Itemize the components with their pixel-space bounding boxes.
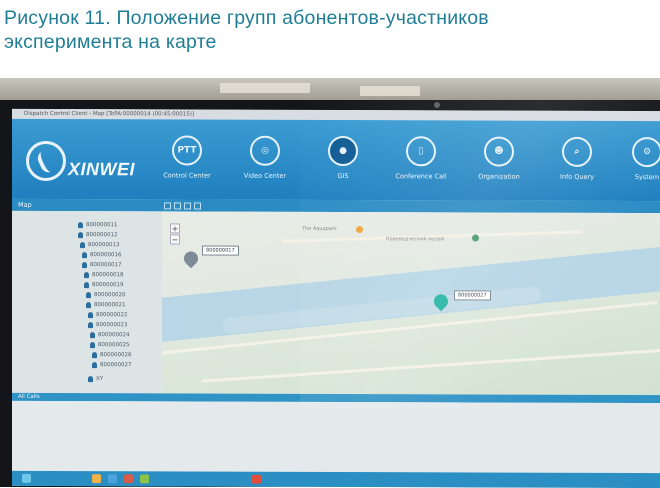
- gear-icon: ⚙: [632, 137, 660, 168]
- start-icon[interactable]: [22, 473, 31, 483]
- tree-item[interactable]: 800000016: [82, 251, 122, 260]
- subscriber-marker-label[interactable]: 800000027: [454, 290, 491, 301]
- app-header: XINWEI PTT Control Center ◎ Video Center…: [12, 118, 660, 202]
- tree-item[interactable]: 800000023: [88, 321, 128, 330]
- user-icon: [92, 361, 97, 368]
- nav-info-query[interactable]: ⌕ Info Query: [542, 136, 612, 197]
- tree-item[interactable]: 800000018: [84, 271, 124, 280]
- user-icon: [86, 291, 91, 298]
- poi-label: Краеведческий музей: [386, 236, 444, 243]
- user-icon: [90, 331, 95, 338]
- left-panel-title: Map: [18, 200, 32, 209]
- user-icon: [88, 321, 93, 328]
- video-signal-icon: ◎: [250, 135, 280, 166]
- app-logo: XINWEI: [68, 159, 136, 180]
- layer-tool-icon[interactable]: [164, 202, 171, 210]
- nav-organization[interactable]: ☻ Organization: [464, 136, 534, 196]
- figure-caption: Рисунок 11. Положение групп абонентов-уч…: [4, 6, 654, 54]
- user-icon: [90, 341, 95, 348]
- poi-icon[interactable]: [472, 234, 479, 242]
- caption-line-1: Рисунок 11. Положение групп абонентов-уч…: [4, 7, 489, 29]
- nav-conference-call[interactable]: ▯ Conference Call: [386, 136, 456, 196]
- tree-item[interactable]: 800000024: [90, 331, 130, 340]
- tree-item[interactable]: 800000025: [90, 341, 130, 350]
- nav-label: Control Center: [163, 171, 211, 180]
- user-icon: [86, 301, 91, 308]
- nav-label: Info Query: [559, 172, 595, 181]
- subscriber-tree: 800000011 800000012 800000013 800000016 …: [12, 210, 162, 394]
- nav-control-center[interactable]: PTT Control Center: [152, 135, 222, 195]
- user-icon: [88, 311, 93, 318]
- poi-label: The Aquapark: [302, 225, 337, 233]
- group-icon: [88, 375, 93, 382]
- monitor-screen: Dispatch Control Client - Map [ToPA:0000…: [12, 108, 660, 488]
- measure-tool-icon[interactable]: [184, 202, 191, 210]
- webcam-icon: [434, 102, 440, 108]
- print-tool-icon[interactable]: [194, 202, 201, 210]
- user-icon: [84, 271, 89, 278]
- nav-label: Video Center: [243, 171, 287, 180]
- tree-item[interactable]: 800000027: [92, 361, 132, 370]
- user-icon: [80, 241, 85, 248]
- app-icon[interactable]: [252, 474, 261, 484]
- tree-item[interactable]: 800000026: [92, 351, 132, 360]
- tree-group[interactable]: XY: [88, 375, 103, 384]
- user-icon: [92, 351, 97, 358]
- nav-label: GIS: [337, 172, 349, 181]
- nav-system[interactable]: ⚙ System: [612, 137, 660, 197]
- zoom-in-button[interactable]: +: [170, 223, 180, 234]
- zoom-out-button[interactable]: −: [170, 234, 180, 245]
- folder-icon[interactable]: [92, 474, 101, 484]
- tree-item[interactable]: 800000013: [80, 241, 120, 250]
- user-icon: [82, 251, 87, 258]
- poi-icon[interactable]: [356, 226, 363, 234]
- tree-item[interactable]: 800000022: [88, 311, 128, 320]
- subscriber-marker-label[interactable]: 800000017: [202, 245, 239, 256]
- tree-item[interactable]: 800000019: [84, 281, 124, 290]
- user-icon: [84, 281, 89, 288]
- search-icon: ⌕: [562, 136, 592, 167]
- user-icon: [78, 231, 83, 238]
- people-icon: ☻: [484, 136, 514, 167]
- app-icon[interactable]: [140, 474, 149, 484]
- nav-label: Conference Call: [395, 172, 447, 181]
- wall-paper: [360, 86, 420, 96]
- user-icon: [78, 221, 83, 228]
- tree-item[interactable]: 800000020: [86, 291, 126, 300]
- globe-icon: ●: [328, 135, 358, 167]
- app-icon[interactable]: [124, 474, 133, 484]
- nav-video-center[interactable]: ◎ Video Center: [230, 135, 300, 196]
- ptt-icon: PTT: [172, 135, 202, 166]
- nav-label: Organization: [478, 172, 520, 181]
- nav-label: System: [634, 173, 660, 182]
- calls-panel: [12, 400, 660, 474]
- wall-paper: [220, 83, 310, 93]
- xinwei-logo-icon: [26, 140, 66, 182]
- nav-gis[interactable]: ● GIS: [308, 135, 378, 196]
- caption-line-2: эксперимента на карте: [4, 31, 217, 53]
- select-tool-icon[interactable]: [174, 202, 181, 210]
- calls-panel-title: All Calls: [18, 393, 40, 400]
- browser-icon[interactable]: [108, 474, 117, 484]
- gis-map[interactable]: + − The Aquapark Краеведческий музей 800…: [162, 211, 660, 396]
- user-icon: [82, 261, 87, 268]
- tree-item[interactable]: 800000012: [78, 231, 118, 240]
- tree-item[interactable]: 800000017: [82, 261, 122, 270]
- phone-icon: ▯: [406, 136, 436, 167]
- tree-item[interactable]: 800000021: [86, 301, 126, 310]
- tree-item[interactable]: 800000011: [78, 221, 118, 230]
